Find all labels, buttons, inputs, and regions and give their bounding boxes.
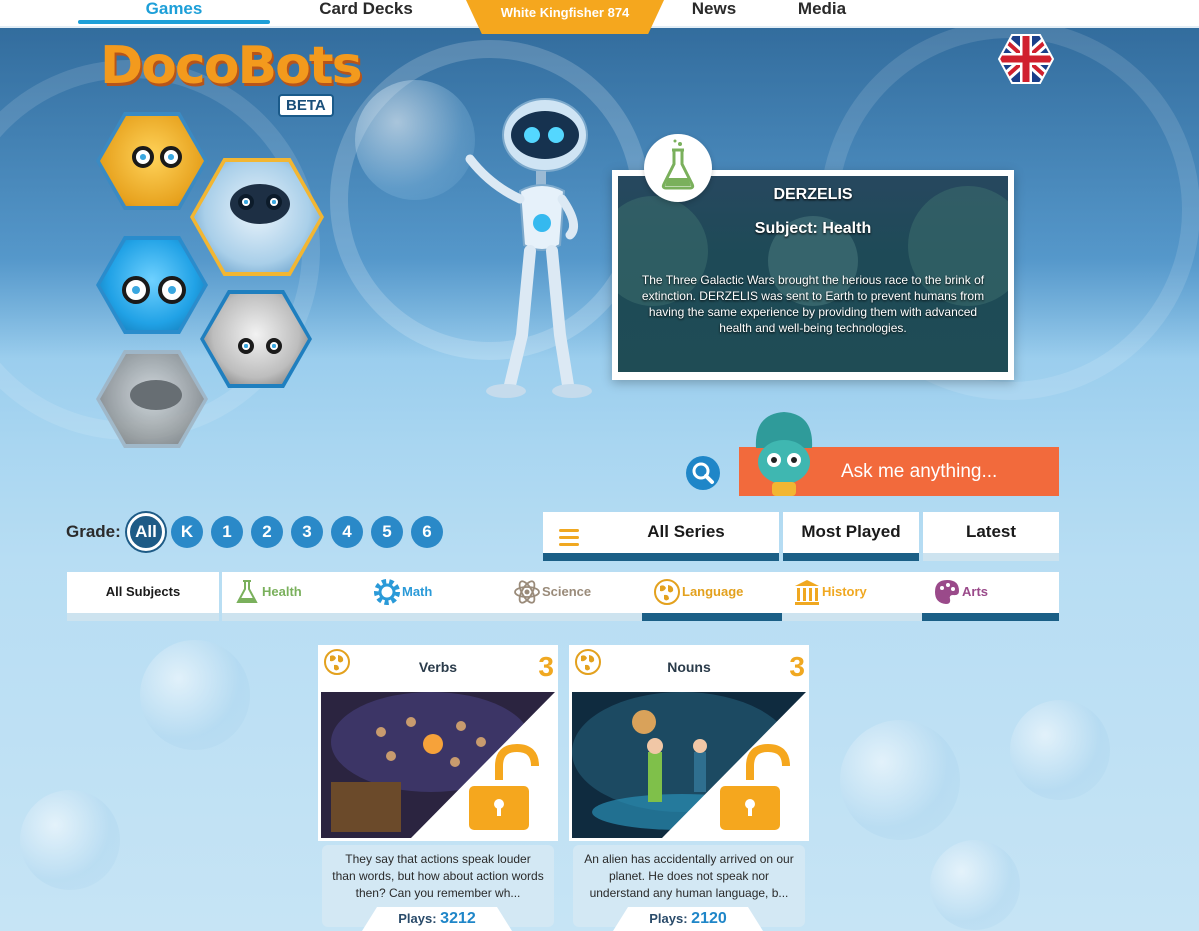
card-thumbnail[interactable]	[569, 689, 809, 841]
grade-option-1[interactable]: 1	[211, 516, 243, 548]
logo-wordmark: DocoBots	[100, 36, 363, 96]
series-tab-latest[interactable]: Latest	[923, 512, 1059, 561]
subject-tab-history[interactable]: History	[782, 572, 934, 621]
card-thumbnail[interactable]	[318, 689, 558, 841]
grade-option-k[interactable]: K	[171, 516, 203, 548]
subject-tab-health[interactable]: Health	[222, 572, 374, 621]
card-level: 3	[789, 651, 805, 682]
series-tab-all-series[interactable]: All Series	[593, 512, 779, 561]
card-header: Nouns 3	[569, 645, 809, 689]
card-header: Verbs 3	[318, 645, 558, 689]
derzelis-robot-illustration	[465, 98, 592, 398]
card-plays: Plays: 3212	[362, 907, 512, 931]
grade-option-5[interactable]: 5	[371, 516, 403, 548]
hamburger-menu-icon	[559, 529, 579, 546]
grade-option-6[interactable]: 6	[411, 516, 443, 548]
bot-hex-derzelis-selected[interactable]	[190, 158, 324, 276]
featured-bot-subject: Subject: Health	[754, 220, 872, 237]
bot-hex-locked-grey[interactable]	[96, 350, 208, 448]
subject-label-math: Math	[402, 584, 433, 599]
nav-tab-card-decks[interactable]: Card Decks	[280, 0, 452, 24]
game-card-nouns[interactable]: Nouns 3 An alien has accidentally arrive…	[569, 645, 809, 931]
grade-option-all[interactable]: All	[127, 513, 165, 551]
columns-icon	[795, 580, 819, 605]
beta-badge: BETA	[278, 94, 334, 117]
docobots-logo[interactable]: DocoBots BETA	[100, 36, 363, 117]
uk-flag-icon[interactable]	[998, 34, 1054, 84]
nav-tab-media[interactable]: Media	[780, 0, 864, 24]
series-tab-most-played[interactable]: Most Played	[783, 512, 919, 561]
card-level: 3	[538, 651, 554, 682]
subject-label-language: Language	[682, 584, 744, 599]
card-title: Verbs	[418, 659, 458, 675]
card-plays: Plays: 2120	[613, 907, 763, 931]
flask-icon	[661, 139, 695, 190]
plays-count: 3212	[440, 910, 476, 927]
grade-option-4[interactable]: 4	[331, 516, 363, 548]
subject-tab-science[interactable]: Science	[502, 572, 654, 621]
user-name-badge[interactable]: White Kingfisher 874	[466, 0, 664, 34]
nouns-scene-image	[572, 692, 806, 838]
bot-hex-yellow[interactable]	[96, 112, 208, 210]
search-icon	[692, 462, 714, 484]
grade-option-2[interactable]: 2	[251, 516, 283, 548]
subject-tab-math[interactable]: Math	[362, 572, 514, 621]
subject-label-history: History	[822, 584, 867, 599]
nav-tab-news[interactable]: News	[668, 0, 760, 24]
globe-icon	[654, 579, 680, 605]
subject-label-health: Health	[262, 584, 302, 599]
series-menu-button[interactable]	[543, 512, 593, 561]
gear-icon	[374, 579, 400, 605]
active-tab-indicator	[78, 20, 270, 24]
search-button[interactable]	[686, 456, 720, 490]
flask-icon	[236, 580, 258, 603]
bot-hex-silver[interactable]	[200, 290, 312, 388]
plays-label: Plays:	[398, 911, 437, 926]
assistant-mascot-icon	[755, 412, 813, 496]
subject-label-science: Science	[542, 584, 592, 599]
bot-hex-blue[interactable]	[96, 236, 208, 334]
atom-icon	[514, 580, 540, 604]
subject-tab-arts[interactable]: Arts	[922, 572, 1059, 621]
plays-label: Plays:	[649, 911, 688, 926]
subject-tab-language[interactable]: Language	[642, 572, 794, 621]
featured-bot-description: The Three Galactic Wars brought the heri…	[641, 273, 985, 335]
palette-icon	[935, 580, 959, 604]
game-card-verbs[interactable]: Verbs 3 They say that actions speak loud…	[318, 645, 558, 931]
grade-label: Grade:	[66, 522, 121, 541]
grade-option-3[interactable]: 3	[291, 516, 323, 548]
subject-label-all: All Subjects	[105, 584, 181, 599]
subject-badge	[644, 134, 712, 202]
subject-label-arts: Arts	[962, 584, 989, 599]
subject-tab-all[interactable]: All Subjects	[67, 572, 219, 621]
verbs-scene-image	[321, 692, 555, 838]
featured-bot-scene: DERZELIS Subject: Health The Three Galac…	[618, 176, 1008, 372]
plays-count: 2120	[691, 910, 727, 927]
card-title: Nouns	[667, 659, 711, 675]
